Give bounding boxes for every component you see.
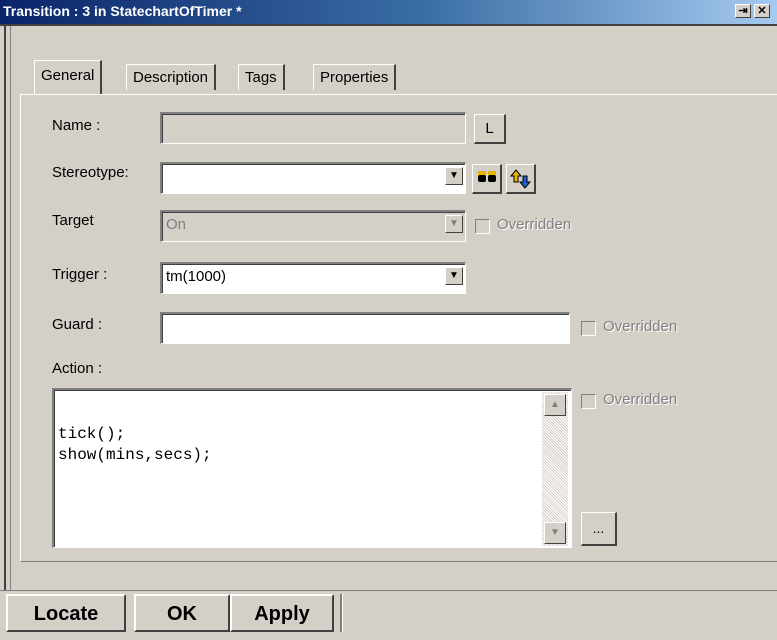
title-bar[interactable]: Transition : 3 in StatechartOfTimer * ⇥ … bbox=[0, 0, 777, 26]
close-icon[interactable]: ✕ bbox=[754, 4, 770, 18]
tab-tags[interactable]: Tags bbox=[238, 64, 285, 90]
tab-general[interactable]: General bbox=[34, 60, 103, 94]
ok-button[interactable]: OK bbox=[134, 594, 230, 632]
tab-properties[interactable]: Properties bbox=[313, 64, 397, 90]
apply-button[interactable]: Apply bbox=[230, 594, 334, 632]
window-title: Transition : 3 in StatechartOfTimer * bbox=[3, 3, 242, 19]
button-bar-divider bbox=[340, 594, 343, 632]
left-frame-border bbox=[0, 26, 11, 640]
locate-button[interactable]: Locate bbox=[6, 594, 126, 632]
tab-description[interactable]: Description bbox=[126, 64, 217, 90]
transition-dialog: Transition : 3 in StatechartOfTimer * ⇥ … bbox=[0, 0, 777, 640]
general-tab-panel bbox=[20, 94, 777, 562]
pin-icon[interactable]: ⇥ bbox=[735, 4, 751, 18]
